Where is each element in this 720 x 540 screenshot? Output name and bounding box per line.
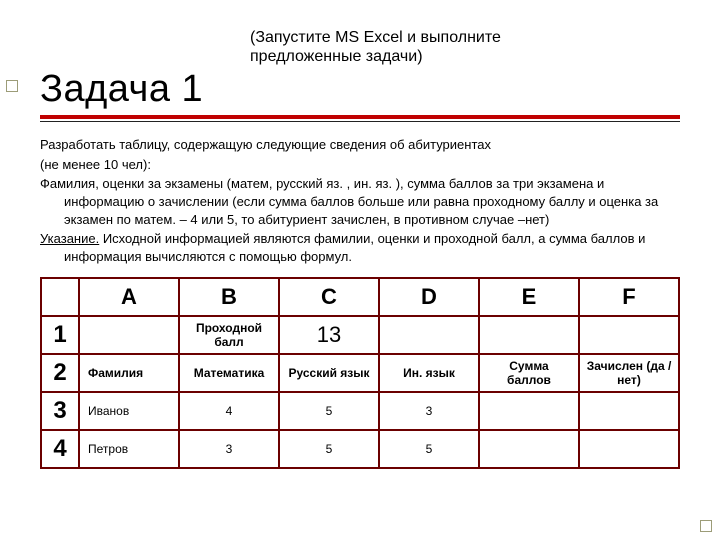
cell-A1	[79, 316, 179, 354]
col-E: E	[479, 278, 579, 316]
table-row: 2 Фамилия Математика Русский язык Ин. яз…	[41, 354, 679, 392]
note-line2: предложенные задачи)	[250, 48, 423, 65]
body-p1a: Разработать таблицу, содержащую следующи…	[40, 136, 680, 154]
cell-A2: Фамилия	[79, 354, 179, 392]
cell-D3: 3	[379, 392, 479, 430]
cell-C3: 5	[279, 392, 379, 430]
title-rule	[40, 115, 680, 122]
cell-F3	[579, 392, 679, 430]
cell-A4: Петров	[79, 430, 179, 468]
col-C: C	[279, 278, 379, 316]
row-2-head: 2	[41, 354, 79, 392]
row-3-head: 3	[41, 392, 79, 430]
body-p1b: (не менее 10 чел):	[40, 156, 680, 174]
slide-title: Задача 1	[40, 68, 680, 111]
col-D: D	[379, 278, 479, 316]
table-header-row: A B C D E F	[41, 278, 679, 316]
note-line1: (Запустите MS Excel и выполните	[250, 29, 501, 46]
cell-D4: 5	[379, 430, 479, 468]
corner-cell	[41, 278, 79, 316]
body-text: Разработать таблицу, содержащую следующи…	[40, 136, 680, 265]
table-row: 1 Проходной балл 13	[41, 316, 679, 354]
cell-E2: Сумма баллов	[479, 354, 579, 392]
cell-F1	[579, 316, 679, 354]
cell-D1	[379, 316, 479, 354]
cell-F2: Зачислен (да /нет)	[579, 354, 679, 392]
col-F: F	[579, 278, 679, 316]
cell-C4: 5	[279, 430, 379, 468]
decor-box-icon	[700, 520, 712, 532]
cell-B4: 3	[179, 430, 279, 468]
body-p3: Указание. Исходной информацией являются …	[40, 230, 680, 265]
cell-C2: Русский язык	[279, 354, 379, 392]
cell-A3: Иванов	[79, 392, 179, 430]
cell-E4	[479, 430, 579, 468]
body-p2: Фамилия, оценки за экзамены (матем, русс…	[40, 175, 680, 228]
row-4-head: 4	[41, 430, 79, 468]
cell-D2: Ин. язык	[379, 354, 479, 392]
col-A: A	[79, 278, 179, 316]
cell-B3: 4	[179, 392, 279, 430]
decor-box-icon	[6, 80, 18, 92]
cell-C1: 13	[279, 316, 379, 354]
body-p3-rest: Исходной информацией являются фамилии, о…	[64, 231, 645, 264]
cell-B1: Проходной балл	[179, 316, 279, 354]
slide: (Запустите MS Excel и выполните предложе…	[0, 0, 720, 489]
example-table: A B C D E F 1 Проходной балл 13 2 Фамили…	[40, 277, 680, 469]
cell-E3	[479, 392, 579, 430]
cell-E1	[479, 316, 579, 354]
slide-note: (Запустите MS Excel и выполните предложе…	[250, 28, 680, 66]
cell-F4	[579, 430, 679, 468]
cell-B2: Математика	[179, 354, 279, 392]
body-p3-lead: Указание.	[40, 231, 99, 246]
row-1-head: 1	[41, 316, 79, 354]
col-B: B	[179, 278, 279, 316]
table-row: 3 Иванов 4 5 3	[41, 392, 679, 430]
table-row: 4 Петров 3 5 5	[41, 430, 679, 468]
